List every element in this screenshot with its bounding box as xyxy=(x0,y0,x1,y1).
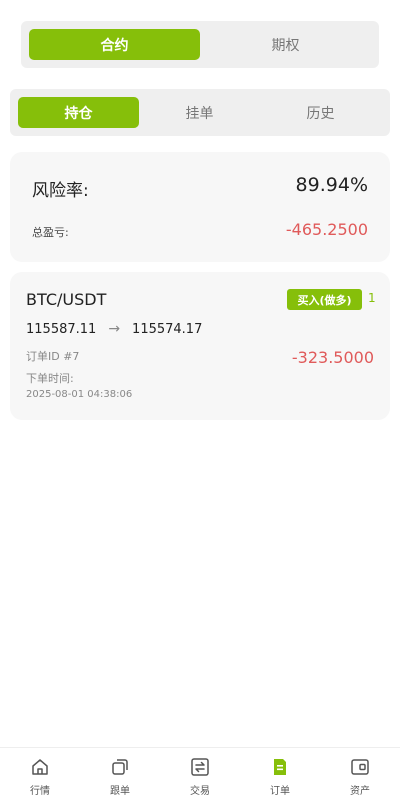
tab-history[interactable]: 历史 xyxy=(260,97,381,128)
nav-copy-trade[interactable]: 跟单 xyxy=(80,748,160,800)
home-icon xyxy=(29,756,51,778)
current-price: 115574.17 xyxy=(132,321,203,337)
nav-label: 行情 xyxy=(30,786,50,797)
nav-label: 跟单 xyxy=(110,786,130,797)
tab-option[interactable]: 期权 xyxy=(200,29,371,60)
nav-label: 订单 xyxy=(270,786,290,797)
market-type-segment: 合约 期权 xyxy=(21,21,379,68)
tab-positions[interactable]: 持仓 xyxy=(18,97,139,128)
order-id: 订单ID #7 xyxy=(26,350,80,363)
order-time-value: 2025-08-01 04:38:06 xyxy=(26,389,133,400)
copy-icon xyxy=(109,756,131,778)
nav-trade[interactable]: 交易 xyxy=(160,748,240,800)
risk-summary-card: 风险率: 89.94% 总盈亏: -465.2500 xyxy=(10,152,390,262)
nav-assets[interactable]: 资产 xyxy=(320,748,400,800)
tab-pending[interactable]: 挂单 xyxy=(139,97,260,128)
tab-contract[interactable]: 合约 xyxy=(29,29,200,60)
position-card[interactable]: BTC/USDT 买入(做多) 1 115587.11 → 115574.17 … xyxy=(10,272,390,420)
nav-orders[interactable]: 订单 xyxy=(240,748,320,800)
risk-rate-label: 风险率: xyxy=(32,181,89,201)
arrow-right-icon: → xyxy=(108,321,121,337)
leverage-value: 1 xyxy=(368,291,376,305)
side-badge: 买入(做多) xyxy=(287,289,362,310)
risk-rate-value: 89.94% xyxy=(295,174,368,196)
nav-market[interactable]: 行情 xyxy=(0,748,80,800)
total-pnl-label: 总盈亏: xyxy=(32,226,69,239)
nav-label: 资产 xyxy=(350,786,370,797)
trading-pair: BTC/USDT xyxy=(26,290,107,309)
order-time-label: 下单时间: xyxy=(26,372,74,385)
total-pnl-value: -465.2500 xyxy=(285,220,368,239)
order-status-segment: 持仓 挂单 历史 xyxy=(10,89,390,136)
open-price: 115587.11 xyxy=(26,321,97,337)
position-pnl: -323.5000 xyxy=(291,348,374,367)
bottom-tab-bar: 行情 跟单 交易 订单 资产 xyxy=(0,747,400,800)
exchange-icon xyxy=(189,756,211,778)
nav-label: 交易 xyxy=(190,786,210,797)
order-icon xyxy=(269,756,291,778)
wallet-icon xyxy=(349,756,371,778)
price-row: 115587.11 → 115574.17 xyxy=(26,321,202,337)
